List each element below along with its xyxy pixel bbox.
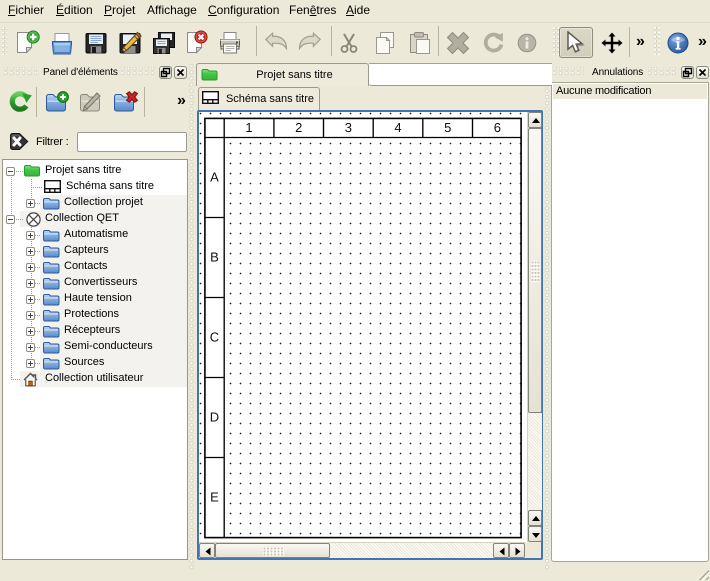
svg-text:B: B <box>210 250 219 265</box>
svg-text:C: C <box>210 330 219 345</box>
svg-text:A: A <box>210 170 219 185</box>
svg-text:5: 5 <box>444 120 451 135</box>
svg-text:3: 3 <box>345 120 352 135</box>
svg-text:4: 4 <box>394 120 401 135</box>
svg-text:6: 6 <box>494 120 501 135</box>
svg-text:2: 2 <box>295 120 302 135</box>
svg-text:D: D <box>210 410 219 425</box>
svg-text:1: 1 <box>245 120 252 135</box>
svg-text:E: E <box>210 490 219 505</box>
